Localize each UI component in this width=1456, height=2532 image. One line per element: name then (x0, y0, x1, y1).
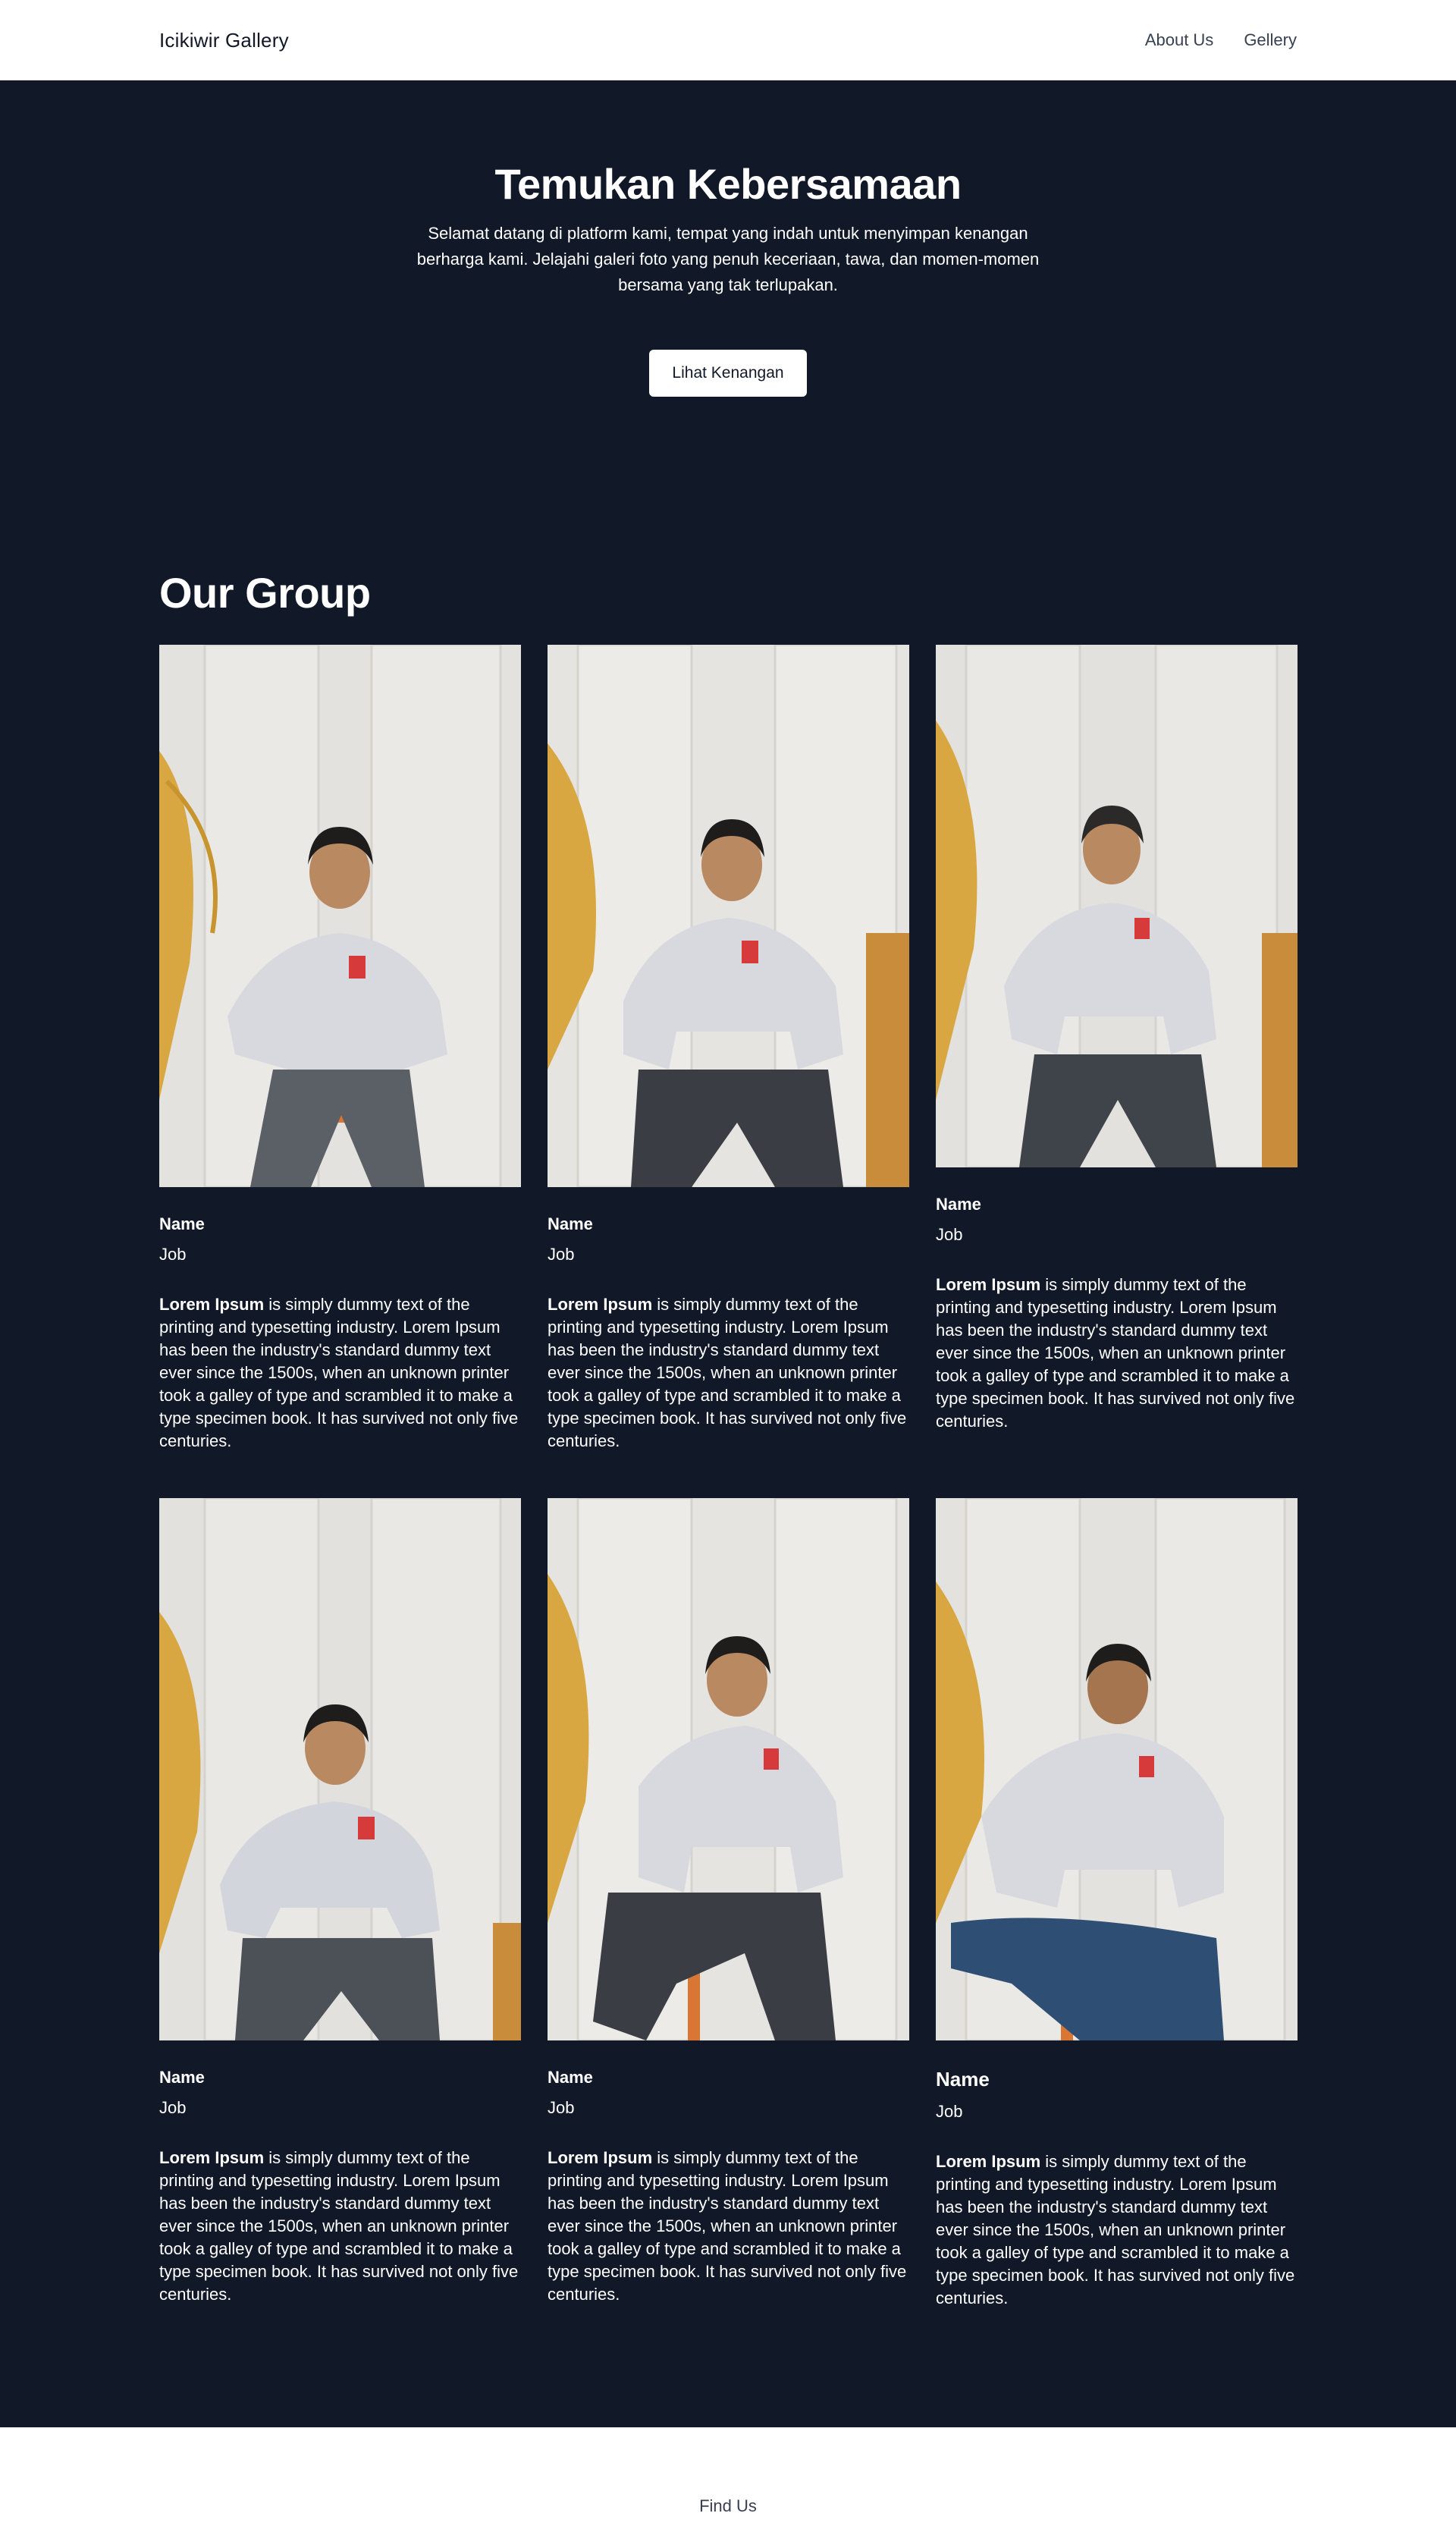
navbar-container: Icikiwir Gallery About Us Gellery (159, 0, 1297, 80)
member-description: Lorem Ipsum is simply dummy text of the … (548, 1293, 909, 1453)
member-job: Job (159, 1245, 187, 1264)
member-description-bold: Lorem Ipsum (159, 2148, 265, 2167)
group-container: Our Group Name Job Lorem Ipsum is simply… (159, 568, 1298, 2310)
member-name: Name (548, 2068, 593, 2087)
member-description: Lorem Ipsum is simply dummy text of the … (548, 2147, 909, 2306)
member-description-text: is simply dummy text of the printing and… (936, 2152, 1295, 2307)
member-name: Name (548, 1214, 593, 1233)
group-section: Our Group Name Job Lorem Ipsum is simply… (0, 397, 1456, 2310)
member-job: Job (159, 2098, 187, 2117)
member-photo (159, 645, 521, 1187)
brand-link[interactable]: Icikiwir Gallery (159, 29, 289, 52)
nav-link-about-us[interactable]: About Us (1145, 30, 1214, 50)
nav-links: About Us Gellery (1145, 30, 1297, 50)
member-photo (548, 1498, 909, 2040)
member-description-bold: Lorem Ipsum (548, 2148, 653, 2167)
member-description: Lorem Ipsum is simply dummy text of the … (936, 1274, 1298, 1433)
member-description-bold: Lorem Ipsum (159, 1295, 265, 1314)
member-card: Name Job Lorem Ipsum is simply dummy tex… (936, 645, 1298, 1433)
member-photo (936, 645, 1298, 1167)
find-us-link[interactable]: Find Us (0, 2496, 1456, 2516)
member-description-text: is simply dummy text of the printing and… (548, 1295, 907, 1450)
member-job: Job (548, 1245, 575, 1264)
member-description-text: is simply dummy text of the printing and… (548, 2148, 907, 2304)
member-description: Lorem Ipsum is simply dummy text of the … (159, 2147, 521, 2306)
member-job: Job (548, 2098, 575, 2117)
member-card: Name Job Lorem Ipsum is simply dummy tex… (159, 645, 521, 1453)
member-name: Name (936, 1195, 981, 1214)
main-content: Temukan Kebersamaan Selamat datang di pl… (0, 80, 1456, 2427)
view-memories-button[interactable]: Lihat Kenangan (649, 350, 807, 397)
hero-title: Temukan Kebersamaan (494, 160, 962, 208)
member-description-text: is simply dummy text of the printing and… (159, 2148, 519, 2304)
member-name: Name (159, 1214, 205, 1233)
member-name: Name (936, 2068, 990, 2091)
member-job: Job (936, 2102, 963, 2121)
member-description: Lorem Ipsum is simply dummy text of the … (159, 1293, 521, 1453)
member-card: Name Job Lorem Ipsum is simply dummy tex… (548, 645, 909, 1453)
hero-section: Temukan Kebersamaan Selamat datang di pl… (0, 80, 1456, 397)
member-description-text: is simply dummy text of the printing and… (159, 1295, 519, 1450)
member-name: Name (159, 2068, 205, 2087)
member-description-bold: Lorem Ipsum (548, 1295, 653, 1314)
member-description-text: is simply dummy text of the printing and… (936, 1275, 1295, 1431)
member-description-bold: Lorem Ipsum (936, 2152, 1041, 2171)
member-description: Lorem Ipsum is simply dummy text of the … (936, 2150, 1298, 2310)
member-card: Name Job Lorem Ipsum is simply dummy tex… (548, 1498, 909, 2306)
navbar: Icikiwir Gallery About Us Gellery (0, 0, 1456, 80)
member-card: Name Job Lorem Ipsum is simply dummy tex… (936, 1498, 1298, 2310)
member-description-bold: Lorem Ipsum (936, 1275, 1041, 1294)
member-grid: Name Job Lorem Ipsum is simply dummy tex… (159, 645, 1298, 2310)
member-photo (159, 1498, 521, 2040)
hero-lead: Selamat datang di platform kami, tempat … (416, 224, 1040, 294)
footer: Find Us (0, 2427, 1456, 2532)
nav-link-gallery[interactable]: Gellery (1244, 30, 1297, 50)
group-title: Our Group (159, 569, 371, 617)
member-photo (936, 1498, 1298, 2040)
member-photo (548, 645, 909, 1187)
member-job: Job (936, 1225, 963, 1244)
member-card: Name Job Lorem Ipsum is simply dummy tex… (159, 1498, 521, 2306)
